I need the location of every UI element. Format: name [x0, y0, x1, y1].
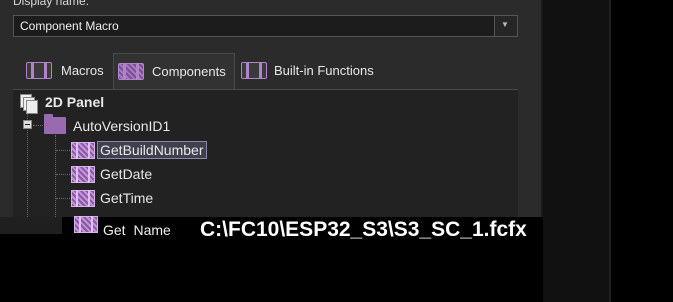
tab-macros-label: Macros: [61, 63, 104, 78]
tree-connector: [33, 125, 43, 126]
tree-connector: [55, 135, 56, 217]
tree-connector: [56, 198, 70, 199]
display-name-value[interactable]: Component Macro: [20, 19, 119, 33]
folder-icon: [44, 114, 66, 134]
tab-components[interactable]: Components: [113, 53, 235, 89]
side-strip-border: [609, 0, 611, 302]
tab-components-label: Components: [152, 64, 226, 79]
tree-node-component[interactable]: AutoVersionID1: [73, 118, 170, 134]
macro-function-icon: [74, 216, 98, 233]
tree-partial-overlay: [0, 217, 62, 234]
tree-connector: [56, 174, 70, 175]
tab-builtin-functions[interactable]: Built-in Functions: [237, 53, 382, 89]
macro-function-icon: [71, 142, 95, 159]
display-name-combobox[interactable]: Component Macro ▼: [13, 15, 518, 37]
tab-macros[interactable]: Macros: [20, 53, 112, 89]
tree-item-macro[interactable]: Get Name: [103, 222, 171, 238]
macro-function-icon: [71, 166, 95, 183]
tree-item-macro[interactable]: GetTime: [100, 190, 153, 206]
tree-connector: [56, 150, 70, 151]
tree-root-2d-panel[interactable]: 2D Panel: [45, 94, 104, 110]
tab-builtin-functions-label: Built-in Functions: [274, 63, 374, 78]
component-icon: [118, 63, 144, 80]
panel-icon: [20, 94, 38, 114]
macro-icon: [26, 62, 52, 79]
side-strip: [543, 0, 609, 302]
dropdown-button[interactable]: ▼: [494, 16, 517, 36]
macro-function-icon: [71, 190, 95, 207]
tree-item-macro[interactable]: GetBuildNumber: [97, 141, 207, 159]
file-path-caption: C:\FC10\ESP32_S3\S3_SC_1.fcfx: [200, 218, 527, 241]
tree-item-macro[interactable]: GetDate: [100, 166, 152, 182]
chevron-down-icon: ▼: [501, 20, 509, 29]
builtin-function-icon: [241, 62, 267, 79]
display-name-label: Display name:: [13, 0, 90, 8]
collapse-toggle-icon[interactable]: [23, 120, 32, 129]
